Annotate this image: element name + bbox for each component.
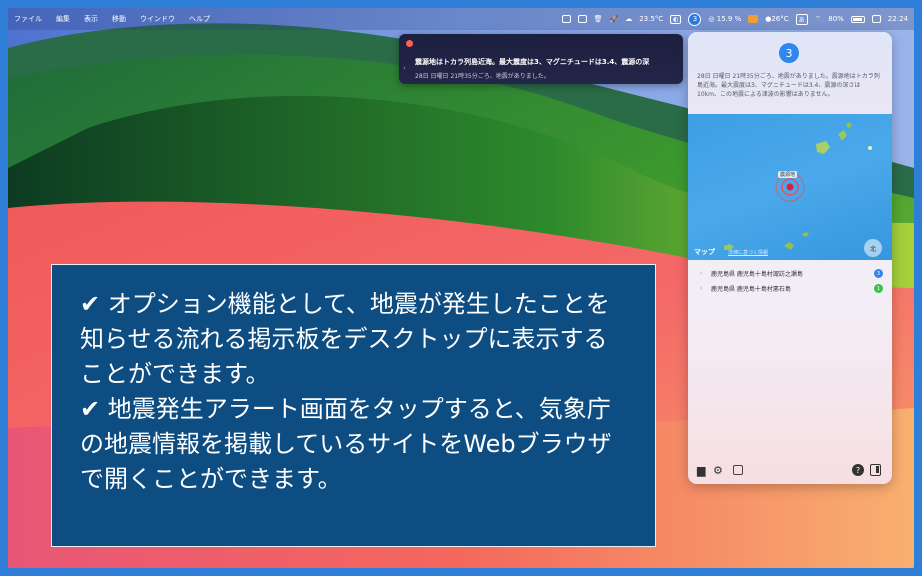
intensity-badge: 1	[874, 284, 883, 293]
caption-line-1: ✔ オプション機能として、地震が発生したことを知らせる流れる掲示板をデスクトップ…	[80, 290, 610, 388]
maps-brand-text: マップ	[694, 248, 715, 256]
gear-icon[interactable]: ⚙	[713, 464, 723, 477]
caption-line-2: ✔ 地震発生アラート画面をタップすると、気象庁の地震情報を掲載しているサイトをW…	[80, 395, 612, 493]
cpu-value: 15.9 %	[716, 15, 742, 23]
chevron-right-icon: ›	[403, 64, 406, 72]
temperature-value: 26°C	[771, 15, 789, 23]
notification-subtitle: 28日 日曜日 21時35分ごろ、地震がありました。	[415, 73, 550, 80]
panel-header: 3 28日 日曜日 21時35分ごろ、地震がありました。震源地はトカラ列島近海。…	[688, 32, 892, 114]
battery-percent[interactable]: 80%	[828, 15, 844, 23]
archive-icon[interactable]: ▆	[697, 464, 705, 477]
notification-title: 震源地はトカラ列島近海。最大震度は3、マグニチュードは3.4、震源の深	[415, 58, 650, 66]
menu-file[interactable]: ファイル	[14, 14, 42, 24]
battery-icon[interactable]	[850, 15, 865, 23]
sidebar-toggle-icon[interactable]	[870, 464, 881, 476]
quake-badge-icon[interactable]: 3	[688, 12, 702, 26]
control-center-icon[interactable]	[871, 15, 881, 23]
intensity-list: › 鹿児島県 鹿児島十島村諏訪之瀬島 3 › 鹿児島県 鹿児島十島村悪石島 1	[688, 266, 892, 296]
temperature[interactable]: ●26°C	[765, 15, 788, 23]
menu-view[interactable]: 表示	[84, 14, 98, 24]
input-mode[interactable]: あ	[795, 13, 808, 25]
rocket-icon[interactable]: 🚀	[609, 15, 618, 23]
map-view[interactable]: 震源地 マップ 法律に基づく情報 北	[688, 114, 892, 260]
display-icon[interactable]	[561, 15, 571, 23]
quake-count-badge: 3	[779, 43, 799, 63]
trash-icon[interactable]: 🗑	[594, 15, 603, 23]
close-icon[interactable]	[406, 40, 413, 47]
monitor-icon[interactable]	[577, 15, 587, 23]
notification-banner[interactable]: › 震源地はトカラ列島近海。最大震度は3、マグニチュードは3.4、震源の深 28…	[399, 34, 683, 84]
location-label: 鹿児島県 鹿児島十島村諏訪之瀬島	[711, 271, 803, 278]
list-item[interactable]: › 鹿児島県 鹿児島十島村悪石島 1	[688, 281, 892, 296]
help-button[interactable]: ?	[852, 464, 864, 476]
maps-brand: マップ	[694, 247, 715, 257]
cloud-icon[interactable]: ☁	[625, 15, 632, 23]
feature-caption: ✔ オプション機能として、地震が発生したことを知らせる流れる掲示板をデスクトップ…	[51, 264, 656, 547]
legal-link[interactable]: 法律に基づく情報	[728, 249, 768, 256]
window-icon[interactable]	[733, 465, 743, 475]
intensity-badge: 3	[874, 269, 883, 278]
chevron-right-icon: ›	[700, 285, 703, 292]
chevron-right-icon: ›	[700, 270, 703, 277]
clock[interactable]: 22:24	[888, 15, 908, 23]
orange-app-icon[interactable]	[748, 15, 759, 23]
compass-button[interactable]: 北	[864, 239, 882, 257]
wifi-icon[interactable]: ⌔	[815, 15, 822, 24]
earthquake-panel: 3 28日 日曜日 21時35分ごろ、地震がありました。震源地はトカラ列島近海。…	[688, 32, 892, 484]
map-shapes	[724, 122, 872, 250]
menu-window[interactable]: ウインドウ	[140, 14, 175, 24]
cpu-icon: ◎	[708, 15, 715, 23]
menu-help[interactable]: ヘルプ	[189, 14, 210, 24]
quake-description: 28日 日曜日 21時35分ごろ、地震がありました。震源地はトカラ列島近海。最大…	[697, 73, 880, 98]
location-label: 鹿児島県 鹿児島十島村悪石島	[711, 286, 791, 293]
panel-footer: ▆ ⚙ ?	[688, 464, 892, 484]
menu-bar: ファイル 編集 表示 移動 ウインドウ ヘルプ 🗑 🚀 ☁ 23.5°C ◐ 3…	[8, 8, 914, 30]
desktop: ファイル 編集 表示 移動 ウインドウ ヘルプ 🗑 🚀 ☁ 23.5°C ◐ 3…	[8, 8, 914, 568]
menu-edit[interactable]: 編集	[56, 14, 70, 24]
weather-temp[interactable]: 23.5°C	[639, 15, 663, 23]
mask-icon[interactable]: ◐	[670, 14, 682, 24]
epicenter-label: 震源地	[778, 171, 798, 178]
list-item[interactable]: › 鹿児島県 鹿児島十島村諏訪之瀬島 3	[688, 266, 892, 281]
cpu-usage[interactable]: ◎ 15.9 %	[708, 15, 741, 23]
menu-go[interactable]: 移動	[112, 14, 126, 24]
